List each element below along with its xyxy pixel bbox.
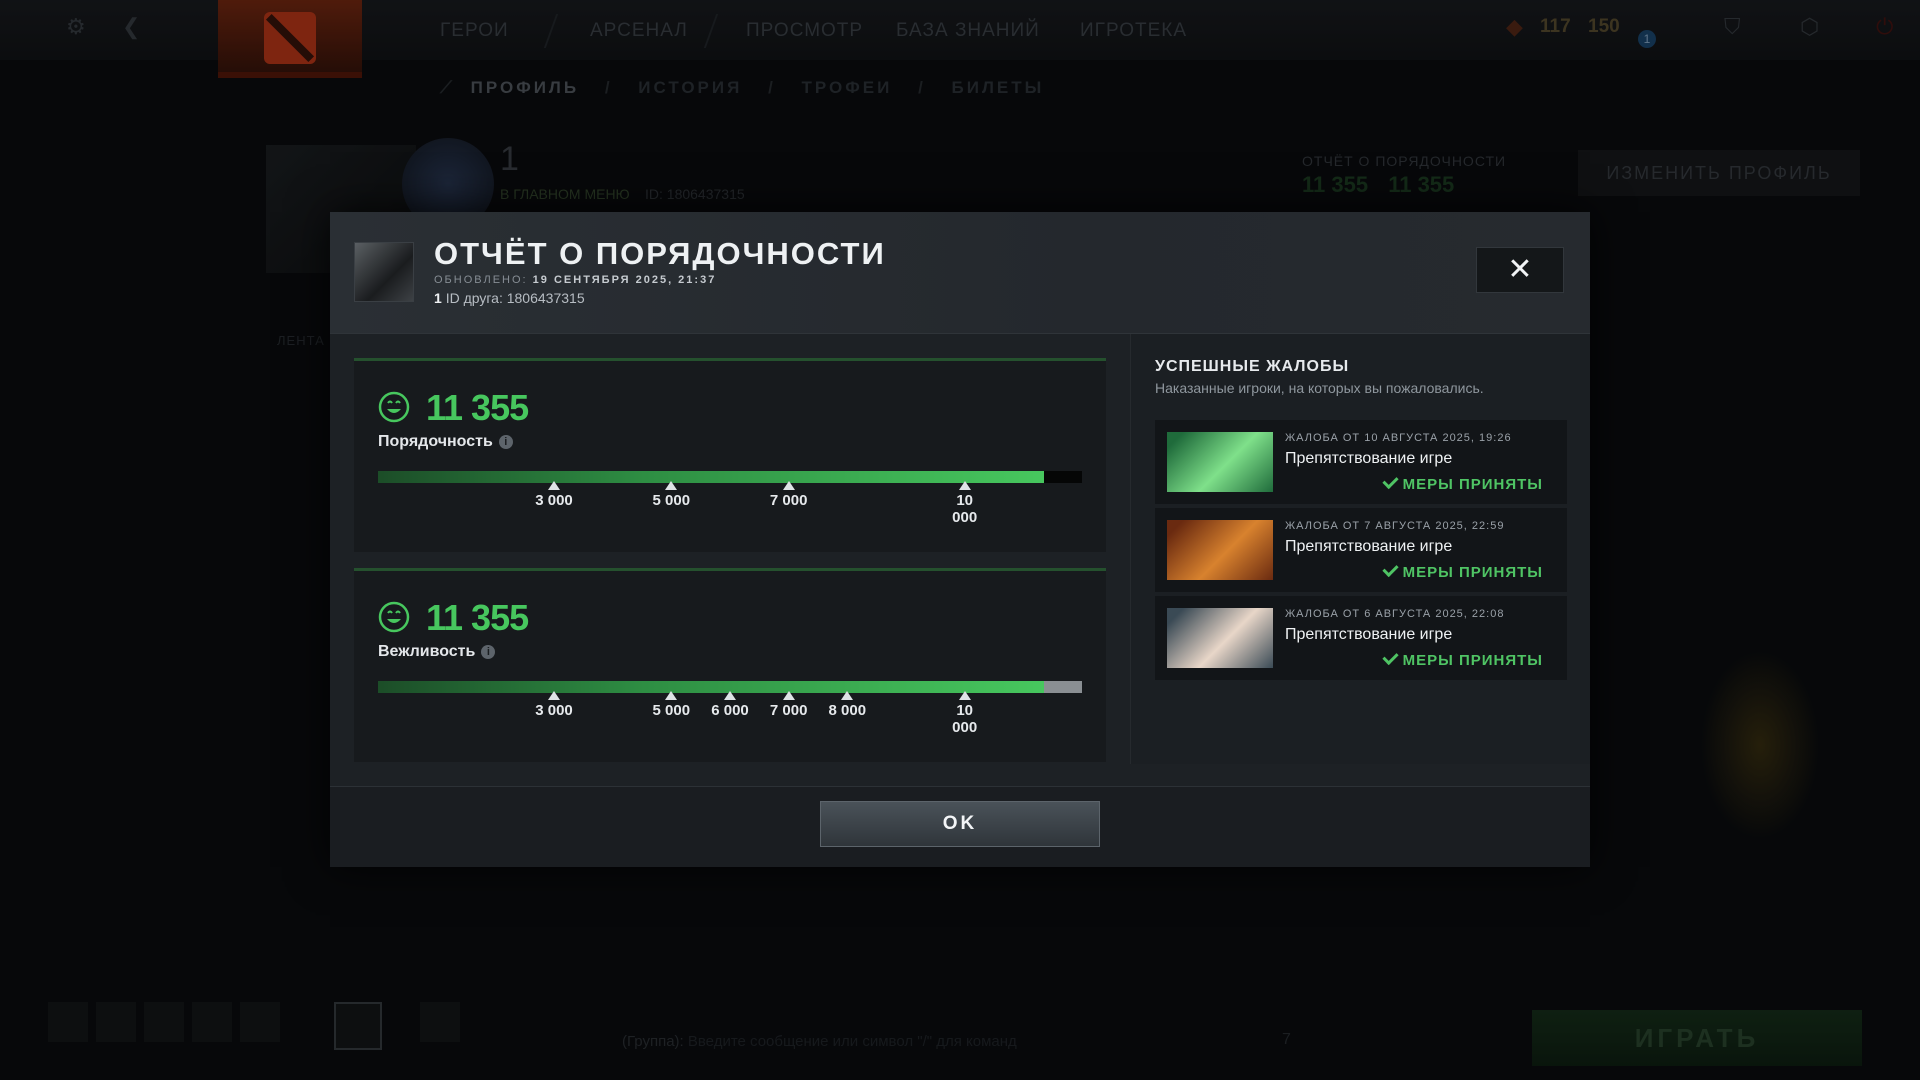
tick-label: 10 000 bbox=[952, 492, 978, 526]
tick-label: 10 000 bbox=[952, 702, 978, 736]
tick-arrow-icon bbox=[958, 691, 971, 700]
report-card[interactable]: ЖАЛОБА ОТ 6 АВГУСТА 2025, 22:08 Препятств… bbox=[1155, 596, 1567, 680]
report-reason: Препятствование игре bbox=[1285, 626, 1453, 643]
tick-arrow-icon bbox=[782, 691, 795, 700]
checkmark-icon bbox=[1381, 472, 1399, 490]
dialog-header: ОТЧЁТ О ПОРЯДОЧНОСТИ ОБНОВЛЕНО: 19 СЕНТЯ… bbox=[330, 212, 1590, 334]
checkmark-icon bbox=[1381, 560, 1399, 578]
tick-arrow-icon bbox=[841, 691, 854, 700]
updated-value: 19 СЕНТЯБРЯ 2025, 21:37 bbox=[532, 274, 717, 286]
report-status: МЕРЫ ПРИНЯТЫ bbox=[1381, 560, 1543, 581]
report-date: ЖАЛОБА ОТ 6 АВГУСТА 2025, 22:08 bbox=[1285, 608, 1505, 620]
sniper-portrait-icon bbox=[1167, 608, 1273, 668]
reports-title: УСПЕШНЫЕ ЖАЛОБЫ bbox=[1155, 358, 1350, 375]
conduct-label-text: Порядочность bbox=[378, 433, 493, 450]
report-status-text: МЕРЫ ПРИНЯТЫ bbox=[1402, 564, 1543, 581]
behavior-score-panel: 11 355 Вежливость i 3 000 5 000 6 000 7 000 8… bbox=[354, 568, 1106, 762]
smiley-icon bbox=[378, 601, 410, 633]
reports-subtitle: Наказанные игроки, на которых вы пожалов… bbox=[1155, 380, 1484, 396]
behavior-score-value: 11 355 bbox=[426, 597, 529, 638]
report-card[interactable]: ЖАЛОБА ОТ 10 АВГУСТА 2025, 19:26 Препятст… bbox=[1155, 420, 1567, 504]
tick-arrow-icon bbox=[724, 691, 736, 700]
tick-label: 5 000 bbox=[652, 492, 691, 509]
tick-label: 3 000 bbox=[535, 492, 573, 509]
tick-label: 7 000 bbox=[769, 492, 808, 509]
tick-mark: 3 000 bbox=[514, 691, 594, 719]
tick-arrow-icon bbox=[548, 691, 560, 700]
dialog-footer: OK bbox=[330, 786, 1590, 867]
report-reason: Препятствование игре bbox=[1285, 538, 1453, 555]
info-icon[interactable]: i bbox=[498, 435, 513, 449]
tick-mark: 8 000 bbox=[807, 691, 887, 719]
close-icon: ✕ bbox=[1507, 253, 1533, 286]
report-card[interactable]: ЖАЛОБА ОТ 7 АВГУСТА 2025, 22:59 Препятств… bbox=[1155, 508, 1567, 592]
tick-mark: 5 000 bbox=[631, 481, 711, 509]
tick-mark: 10 000 bbox=[925, 481, 1005, 526]
report-reason: Препятствование игре bbox=[1285, 450, 1453, 467]
tick-mark: 3 000 bbox=[514, 481, 594, 509]
close-button[interactable]: ✕ bbox=[1476, 247, 1564, 293]
tick-arrow-icon bbox=[548, 481, 560, 490]
conduct-score-panel: 11 355 Порядочность i 3 000 5 000 7 000 10 0… bbox=[354, 358, 1106, 552]
player-line: 1 ID друга: 1806437315 bbox=[434, 290, 585, 306]
updated-label: ОБНОВЛЕНО: bbox=[434, 274, 528, 286]
smiley-icon bbox=[378, 391, 410, 423]
conduct-report-dialog: ОТЧЁТ О ПОРЯДОЧНОСТИ ОБНОВЛЕНО: 19 СЕНТЯ… bbox=[330, 212, 1590, 867]
report-status: МЕРЫ ПРИНЯТЫ bbox=[1381, 648, 1543, 669]
checkmark-icon bbox=[1381, 648, 1399, 666]
updated-line: ОБНОВЛЕНО: 19 СЕНТЯБРЯ 2025, 21:37 bbox=[434, 274, 716, 286]
progress-remainder bbox=[1043, 681, 1082, 693]
tick-label: 8 000 bbox=[828, 702, 867, 719]
ok-button[interactable]: OK bbox=[820, 801, 1100, 847]
conduct-score-label: Порядочность i bbox=[378, 433, 513, 451]
report-date: ЖАЛОБА ОТ 7 АВГУСТА 2025, 22:59 bbox=[1285, 520, 1505, 532]
conduct-score-value: 11 355 bbox=[426, 387, 529, 428]
bristleback-portrait-icon bbox=[1167, 520, 1273, 580]
friend-id: ID друга: 1806437315 bbox=[445, 290, 585, 306]
tick-mark: 10 000 bbox=[925, 691, 1005, 736]
reports-column: УСПЕШНЫЕ ЖАЛОБЫ Наказанные игроки, на ко… bbox=[1130, 334, 1590, 764]
tick-arrow-icon bbox=[958, 481, 971, 490]
player-name: 1 bbox=[434, 290, 442, 306]
behavior-score-label: Вежливость i bbox=[378, 643, 496, 661]
report-status-text: МЕРЫ ПРИНЯТЫ bbox=[1402, 476, 1543, 493]
tick-arrow-icon bbox=[665, 691, 678, 700]
behavior-label-text: Вежливость bbox=[378, 643, 476, 660]
tick-arrow-icon bbox=[665, 481, 678, 490]
dialog-title: ОТЧЁТ О ПОРЯДОЧНОСТИ bbox=[434, 236, 886, 271]
necrophos-portrait-icon bbox=[1167, 432, 1273, 492]
info-icon[interactable]: i bbox=[481, 645, 496, 659]
player-avatar bbox=[354, 242, 414, 302]
tick-arrow-icon bbox=[782, 481, 795, 490]
report-status: МЕРЫ ПРИНЯТЫ bbox=[1381, 472, 1543, 493]
report-status-text: МЕРЫ ПРИНЯТЫ bbox=[1402, 652, 1543, 669]
report-date: ЖАЛОБА ОТ 10 АВГУСТА 2025, 19:26 bbox=[1285, 432, 1512, 444]
tick-label: 3 000 bbox=[535, 702, 573, 719]
tick-mark: 7 000 bbox=[749, 481, 829, 509]
